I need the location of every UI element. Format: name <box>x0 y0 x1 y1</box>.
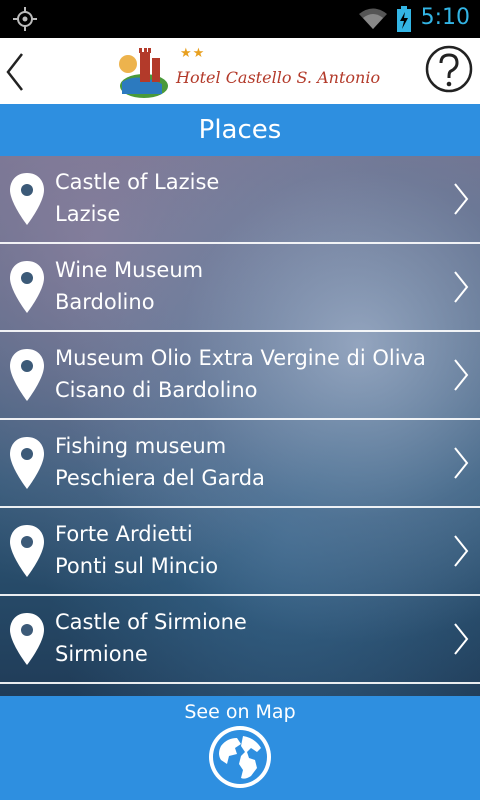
clock: 5:10 <box>420 5 470 30</box>
list-item[interactable]: Museum Olio Extra Vergine di Oliva Cisan… <box>0 332 480 420</box>
gps-icon <box>13 7 37 31</box>
list-item[interactable]: Fishing museum Peschiera del Garda <box>0 420 480 508</box>
chevron-left-icon <box>6 53 23 91</box>
place-name: Museum Olio Extra Vergine di Oliva <box>55 346 426 370</box>
place-name: Forte Ardietti <box>55 522 193 546</box>
back-button[interactable] <box>0 38 40 104</box>
place-town: Bardolino <box>55 290 155 314</box>
chevron-right-icon <box>454 359 469 391</box>
see-on-map-bar[interactable]: See on Map <box>0 696 480 800</box>
list-item[interactable]: Forte Ardietti Ponti sul Mincio <box>0 508 480 596</box>
chevron-right-icon <box>454 623 469 655</box>
see-on-map-button[interactable] <box>207 724 273 790</box>
battery-charging-icon <box>397 6 411 32</box>
app-header: ★★ Hotel Castello S. Antonio <box>0 38 480 104</box>
page-title: Places <box>198 115 282 145</box>
place-town: Peschiera del Garda <box>55 466 265 490</box>
chevron-right-icon <box>454 271 469 303</box>
help-button[interactable] <box>424 44 474 94</box>
map-pin-icon <box>10 525 44 577</box>
list-item[interactable]: Castle of Lazise Lazise <box>0 156 480 244</box>
hotel-logo: ★★ Hotel Castello S. Antonio <box>118 42 380 100</box>
map-pin-icon <box>10 173 44 225</box>
place-town: Lazise <box>55 202 121 226</box>
place-name: Fishing museum <box>55 434 227 458</box>
chevron-right-icon <box>454 183 469 215</box>
map-pin-icon <box>10 437 44 489</box>
wifi-icon <box>359 8 387 29</box>
chevron-right-icon <box>454 447 469 479</box>
place-town: Sirmione <box>55 642 148 666</box>
chevron-right-icon <box>454 535 469 567</box>
see-on-map-label: See on Map <box>184 701 296 723</box>
list-item[interactable]: Wine Museum Bardolino <box>0 244 480 332</box>
map-pin-icon <box>10 261 44 313</box>
place-name: Wine Museum <box>55 258 204 282</box>
places-list: Castle of Lazise Lazise Wine Museum Bard… <box>0 156 480 696</box>
map-pin-icon <box>10 349 44 401</box>
place-town: Ponti sul Mincio <box>55 554 219 578</box>
place-town: Cisano di Bardolino <box>55 378 258 402</box>
rating-stars: ★★ <box>180 46 206 61</box>
question-circle-icon <box>425 45 473 93</box>
logo-text: Hotel Castello S. Antonio <box>176 68 381 87</box>
list-item[interactable]: Castle of Sirmione Sirmione <box>0 596 480 684</box>
place-name: Castle of Sirmione <box>55 610 247 634</box>
place-name: Castle of Lazise <box>55 170 220 194</box>
status-bar: 5:10 <box>0 0 480 38</box>
title-bar: Places <box>0 104 480 156</box>
map-pin-icon <box>10 613 44 665</box>
globe-icon <box>209 726 271 788</box>
